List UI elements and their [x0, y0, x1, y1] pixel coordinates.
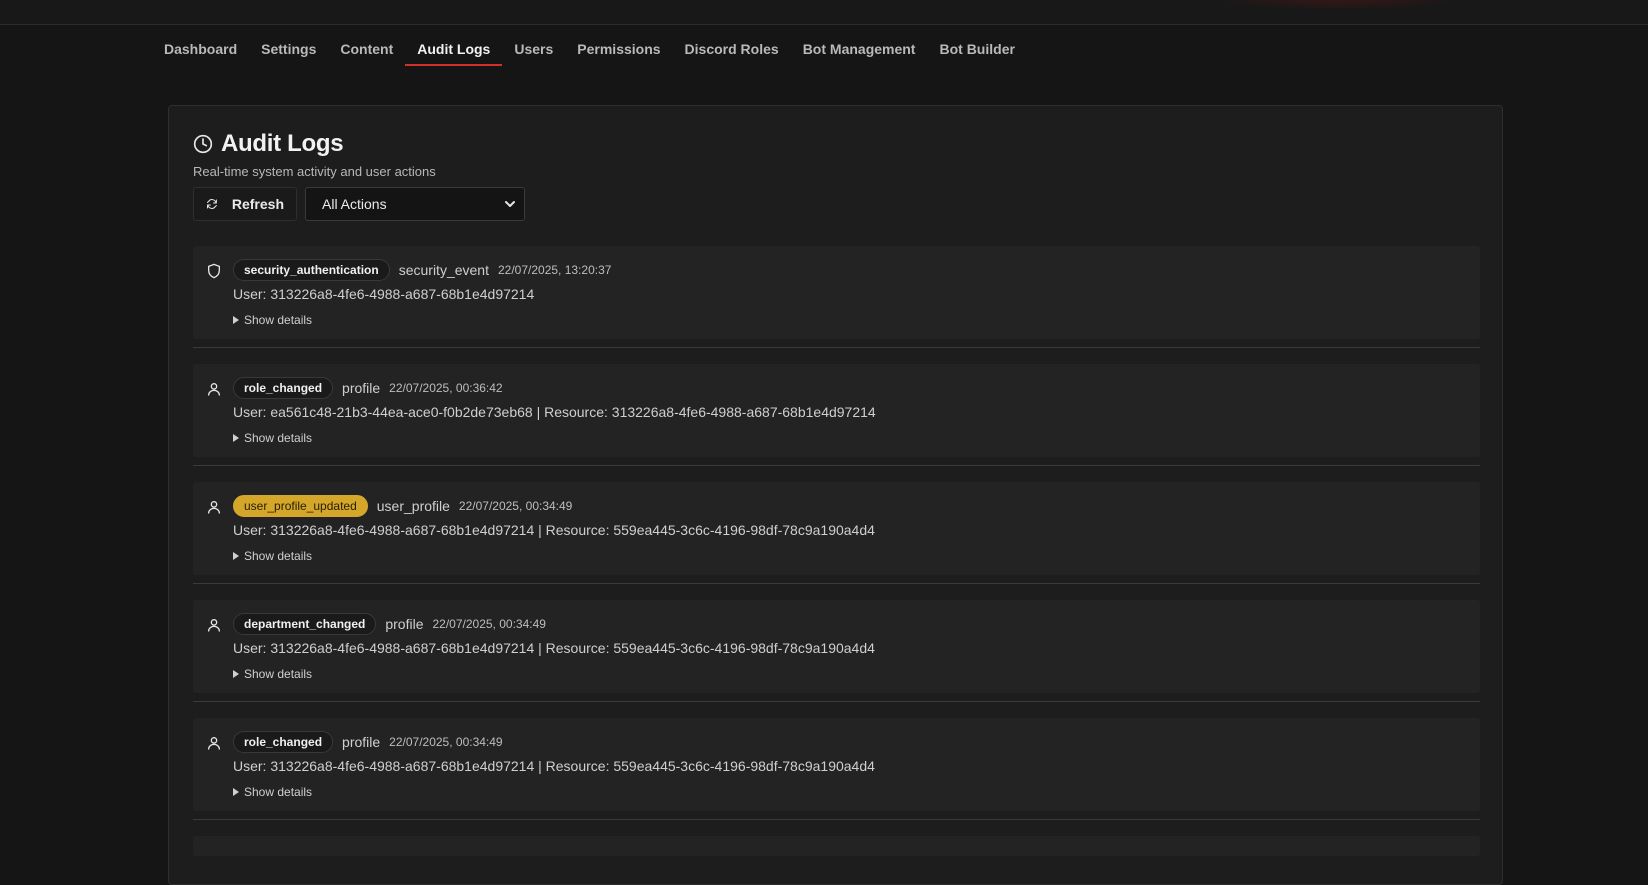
show-details-toggle[interactable]: Show details	[233, 549, 312, 563]
log-description: User: ea561c48-21b3-44ea-ace0-f0b2de73eb…	[233, 404, 876, 420]
user-icon	[208, 737, 220, 750]
action-badge: user_profile_updated	[233, 495, 368, 517]
log-description: User: 313226a8-4fe6-4988-a687-68b1e4d972…	[233, 640, 875, 656]
resource-type: profile	[385, 616, 424, 632]
show-details-label: Show details	[244, 549, 313, 563]
nav-tab-dashboard[interactable]: Dashboard	[164, 40, 249, 66]
show-details-toggle[interactable]: Show details	[233, 785, 312, 799]
nav-tab-content[interactable]: Content	[328, 40, 405, 66]
resource-type: profile	[342, 734, 381, 750]
resource-type: profile	[342, 380, 381, 396]
triangle-right-icon	[233, 552, 239, 560]
log-entry-header: role_changed profile 22/07/2025, 00:34:4…	[233, 731, 503, 753]
log-description: User: 313226a8-4fe6-4988-a687-68b1e4d972…	[233, 522, 875, 538]
panel-header: Audit Logs Real-time system activity and…	[193, 130, 436, 179]
page-subtitle: Real-time system activity and user actio…	[193, 164, 436, 179]
nav-tab-bot-management[interactable]: Bot Management	[791, 40, 928, 66]
log-entry-header: user_profile_updated user_profile 22/07/…	[233, 495, 572, 517]
show-details-label: Show details	[244, 667, 313, 681]
timestamp: 22/07/2025, 00:34:49	[432, 617, 546, 631]
top-bar-glow	[1208, 0, 1468, 10]
show-details-toggle[interactable]: Show details	[233, 431, 312, 445]
nav-tab-permissions[interactable]: Permissions	[565, 40, 672, 66]
title-row: Audit Logs	[193, 130, 436, 158]
nav-tab-audit-logs[interactable]: Audit Logs	[405, 40, 503, 66]
action-filter-select[interactable]: All Actions	[305, 187, 525, 221]
triangle-right-icon	[233, 316, 239, 324]
show-details-toggle[interactable]: Show details	[233, 313, 312, 327]
show-details-toggle[interactable]: Show details	[233, 667, 312, 681]
page-title: Audit Logs	[221, 130, 344, 157]
log-entry-partial	[193, 836, 1480, 856]
triangle-right-icon	[233, 434, 239, 442]
action-badge: security_authentication	[233, 259, 390, 281]
log-description: User: 313226a8-4fe6-4988-a687-68b1e4d972…	[233, 758, 875, 774]
timestamp: 22/07/2025, 00:36:42	[389, 381, 503, 395]
nav-tab-users[interactable]: Users	[502, 40, 565, 66]
resource-type: user_profile	[376, 498, 450, 514]
resource-type: security_event	[398, 262, 489, 278]
log-divider	[193, 465, 1480, 466]
nav-tab-discord-roles[interactable]: Discord Roles	[673, 40, 791, 66]
log-divider	[193, 583, 1480, 584]
log-entry: security_authentication security_event 2…	[193, 246, 1480, 339]
nav-tab-bot-builder[interactable]: Bot Builder	[927, 40, 1026, 66]
audit-log-list: security_authentication security_event 2…	[193, 246, 1480, 856]
log-entry: department_changed profile 22/07/2025, 0…	[193, 600, 1480, 693]
action-badge: role_changed	[233, 377, 334, 399]
show-details-label: Show details	[244, 431, 313, 445]
refresh-button[interactable]: Refresh	[193, 187, 297, 221]
user-icon	[208, 383, 220, 396]
log-divider	[193, 819, 1480, 820]
show-details-label: Show details	[244, 785, 313, 799]
timestamp: 22/07/2025, 00:34:49	[458, 499, 573, 513]
user-icon	[208, 501, 220, 514]
log-entry: role_changed profile 22/07/2025, 00:34:4…	[193, 718, 1480, 811]
log-divider	[193, 701, 1480, 702]
nav-tab-settings[interactable]: Settings	[249, 40, 328, 66]
log-entry: role_changed profile 22/07/2025, 00:36:4…	[193, 364, 1480, 457]
triangle-right-icon	[233, 670, 239, 678]
shield-icon	[208, 263, 220, 279]
clock-icon	[193, 134, 213, 154]
action-badge: role_changed	[233, 731, 334, 753]
log-divider	[193, 347, 1480, 348]
top-bar	[0, 0, 1648, 25]
controls-bar: Refresh All Actions	[193, 187, 525, 221]
main-nav: Dashboard Settings Content Audit Logs Us…	[164, 40, 1027, 66]
triangle-right-icon	[233, 788, 239, 796]
chevron-down-icon	[505, 201, 515, 207]
log-description: User: 313226a8-4fe6-4988-a687-68b1e4d972…	[233, 286, 535, 302]
log-entry-header: role_changed profile 22/07/2025, 00:36:4…	[233, 377, 503, 399]
log-entry-header: security_authentication security_event 2…	[233, 259, 611, 281]
user-icon	[208, 619, 220, 632]
timestamp: 22/07/2025, 00:34:49	[389, 735, 503, 749]
action-badge: department_changed	[233, 613, 377, 635]
show-details-label: Show details	[244, 313, 313, 327]
refresh-icon	[206, 199, 217, 209]
timestamp: 22/07/2025, 13:20:37	[497, 263, 612, 277]
audit-logs-panel: Audit Logs Real-time system activity and…	[168, 105, 1503, 885]
refresh-label: Refresh	[231, 196, 284, 212]
log-entry-header: department_changed profile 22/07/2025, 0…	[233, 613, 546, 635]
log-entry: user_profile_updated user_profile 22/07/…	[193, 482, 1480, 575]
action-filter-value: All Actions	[322, 196, 387, 212]
